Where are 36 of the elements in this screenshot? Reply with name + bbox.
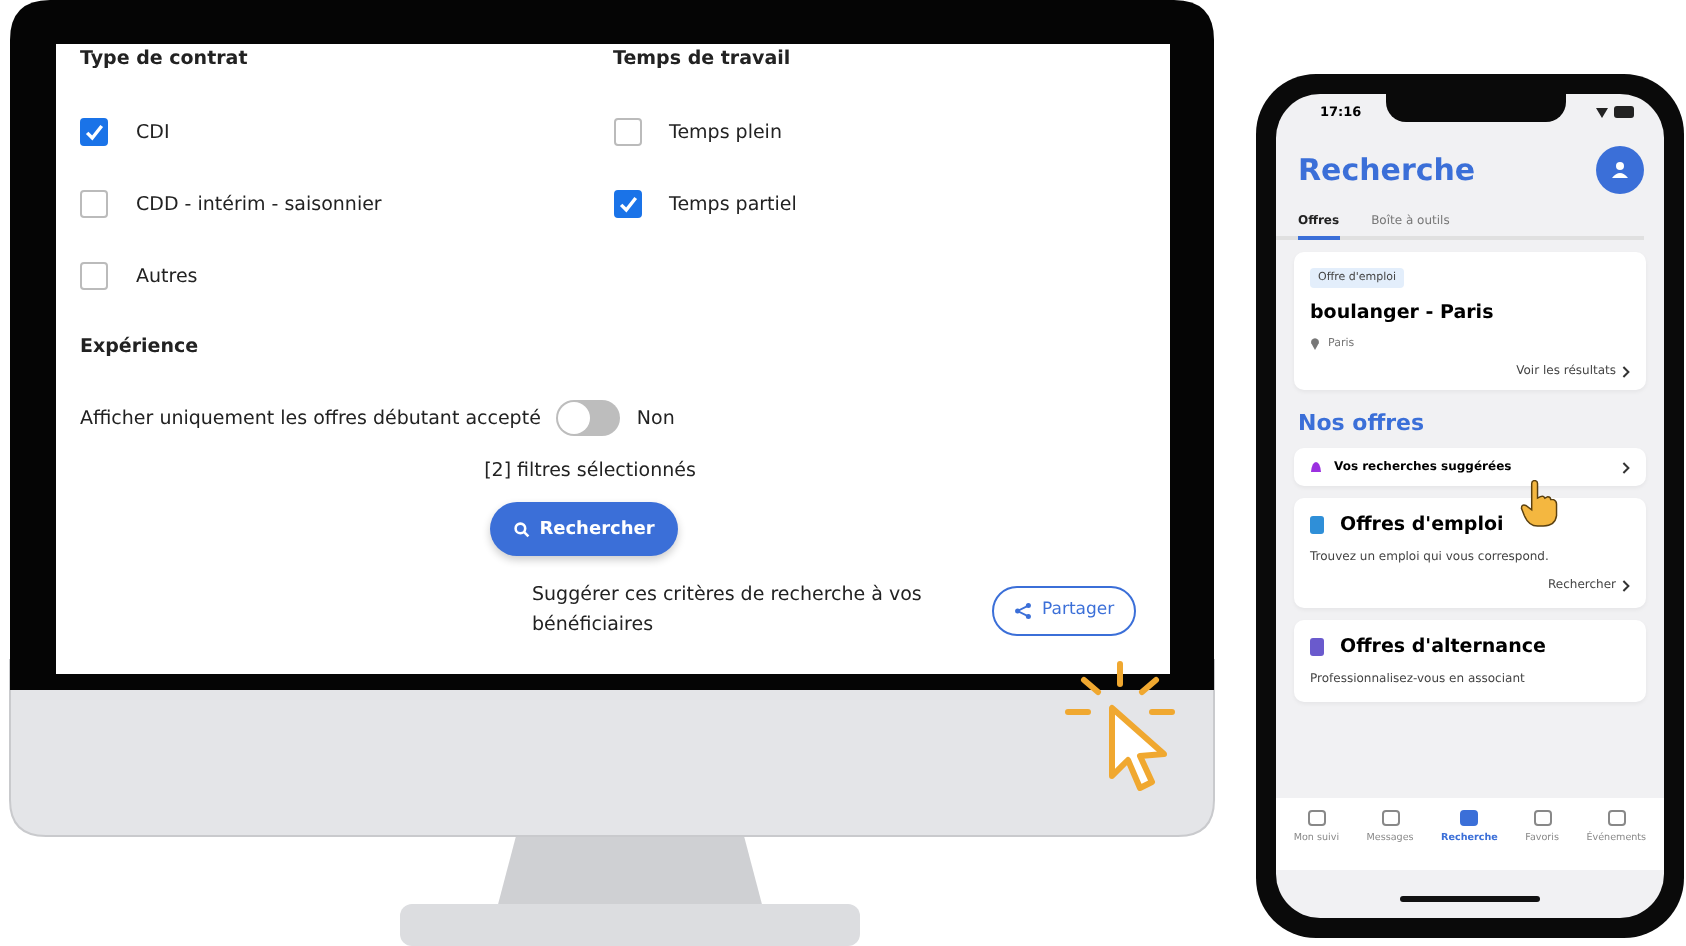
profile-button[interactable] (1596, 146, 1644, 194)
checkbox-label: CDI (136, 121, 170, 143)
share-text: Suggérer ces critères de recherche à vos bénéficiaires (532, 582, 924, 640)
section-heading: Temps de travail (613, 48, 793, 72)
filter-count: [2] filtres sélectionnés (482, 460, 698, 482)
share-icon (1014, 601, 1032, 619)
checkbox[interactable] (613, 118, 641, 146)
checkbox-label: Temps partiel (669, 193, 797, 215)
chevron-right-icon (1622, 579, 1630, 591)
section-heading: Type de contrat (80, 48, 250, 72)
offer-title: Offres d'emploi (1340, 514, 1504, 536)
chevron-right-icon (1622, 461, 1630, 473)
chevron-right-icon (1622, 365, 1630, 377)
search-title: boulanger - Paris (1310, 302, 1494, 324)
toggle-label: Afficher uniquement les offres débutant accepté (80, 407, 541, 429)
toggle-switch[interactable] (556, 400, 621, 436)
search-icon (513, 521, 530, 537)
offer-title: Offres d'alternance (1340, 636, 1546, 658)
checkbox-label: Autres (136, 265, 198, 287)
person-icon (1610, 160, 1630, 180)
checkbox[interactable] (613, 190, 641, 218)
status-icons (1591, 104, 1636, 120)
bell-icon (1310, 460, 1322, 474)
checkbox[interactable] (80, 262, 108, 290)
hand-pointer-icon (1520, 480, 1558, 528)
checkbox-label: CDD - intérim - saisonnier (136, 193, 382, 215)
page-title: Recherche (1298, 152, 1476, 188)
checkbox[interactable] (80, 118, 108, 146)
share-button[interactable]: Partager (992, 585, 1137, 635)
section-title: Nos offres (1296, 408, 1427, 436)
search-button[interactable]: Rechercher (489, 502, 679, 556)
checkbox-label: Temps plein (669, 121, 782, 143)
checkbox[interactable] (80, 190, 108, 218)
section-heading: Expérience (80, 336, 201, 360)
toggle-state: Non (636, 407, 675, 429)
pin-icon (1310, 338, 1320, 350)
